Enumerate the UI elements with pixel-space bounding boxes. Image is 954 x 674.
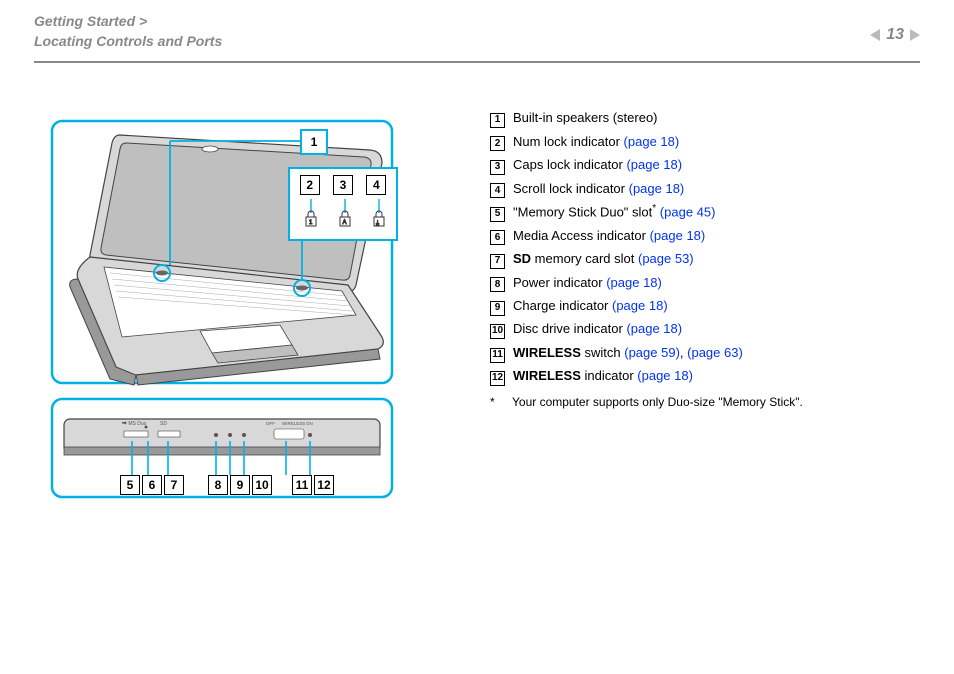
callout-label-9: 9 <box>230 475 250 495</box>
legend-number: 9 <box>490 301 505 316</box>
legend-text: Scroll lock indicator (page 18) <box>513 178 684 199</box>
svg-text:OFF: OFF <box>266 421 275 426</box>
pager: 13 <box>870 26 920 44</box>
svg-text:WIRELESS: WIRELESS <box>282 421 305 426</box>
legend-text: Charge indicator (page 18) <box>513 295 668 316</box>
legend-text: "Memory Stick Duo" slot* (page 45) <box>513 201 715 223</box>
callout-label-1: 1 <box>304 132 324 152</box>
page-link[interactable]: (page 18) <box>629 181 685 196</box>
page-link[interactable]: (page 45) <box>660 204 716 219</box>
legend-text: Built-in speakers (stereo) <box>513 107 658 128</box>
callout-label-7: 7 <box>164 475 184 495</box>
footnote: *Your computer supports only Duo-size "M… <box>490 393 920 413</box>
page-number: 13 <box>886 26 904 44</box>
legend-text: Power indicator (page 18) <box>513 272 662 293</box>
svg-text:A: A <box>343 220 347 226</box>
breadcrumb-line2: Locating Controls and Ports <box>34 32 222 52</box>
callout-indicators: 2 3 4 1 A ⤓ <box>288 167 398 241</box>
prev-page-icon[interactable] <box>870 29 880 41</box>
legend-number: 3 <box>490 160 505 175</box>
legend-number: 1 <box>490 113 505 128</box>
legend-number: 12 <box>490 371 505 386</box>
svg-text:⤓: ⤓ <box>376 220 379 227</box>
legend-text: Disc drive indicator (page 18) <box>513 318 682 339</box>
callout-label-6: 6 <box>142 475 162 495</box>
legend-number: 7 <box>490 254 505 269</box>
legend-number: 2 <box>490 136 505 151</box>
callout-1: 1 <box>300 129 328 155</box>
callout-bottom-row: 5 6 7 8 9 10 11 12 <box>120 475 334 495</box>
breadcrumb: Getting Started > Locating Controls and … <box>34 12 222 51</box>
legend-item: 3 Caps lock indicator (page 18) <box>490 154 920 175</box>
legend-number: 5 <box>490 207 505 222</box>
page-link[interactable]: (page 18) <box>626 157 682 172</box>
legend-item: 8 Power indicator (page 18) <box>490 272 920 293</box>
legend-text: Num lock indicator (page 18) <box>513 131 679 152</box>
svg-text:ON: ON <box>306 421 313 426</box>
legend-text: Media Access indicator (page 18) <box>513 225 705 246</box>
legend-number: 10 <box>490 324 505 339</box>
page-link[interactable]: (page 18) <box>637 368 693 383</box>
page-link[interactable]: (page 63) <box>687 345 743 360</box>
page-link[interactable]: (page 18) <box>612 298 668 313</box>
diagram: ⮕ MS Duo SD OFF WIRELESS ON <box>50 105 460 525</box>
callout-label-3: 3 <box>333 175 353 195</box>
legend-item: 2 Num lock indicator (page 18) <box>490 131 920 152</box>
breadcrumb-line1: Getting Started > <box>34 12 222 32</box>
next-page-icon[interactable] <box>910 29 920 41</box>
legend-item: 10 Disc drive indicator (page 18) <box>490 318 920 339</box>
legend-item: 7 SD memory card slot (page 53) <box>490 248 920 269</box>
callout-label-10: 10 <box>252 475 272 495</box>
callout-label-2: 2 <box>300 175 320 195</box>
legend-text: WIRELESS indicator (page 18) <box>513 365 693 386</box>
legend-number: 8 <box>490 277 505 292</box>
legend-item: 6 Media Access indicator (page 18) <box>490 225 920 246</box>
page-link[interactable]: (page 59) <box>624 345 680 360</box>
svg-text:1: 1 <box>309 220 313 226</box>
legend-number: 4 <box>490 183 505 198</box>
callout-label-8: 8 <box>208 475 228 495</box>
legend-item: 12 WIRELESS indicator (page 18) <box>490 365 920 386</box>
callout-label-12: 12 <box>314 475 334 495</box>
page-link[interactable]: (page 18) <box>650 228 706 243</box>
legend-item: 5 "Memory Stick Duo" slot* (page 45) <box>490 201 920 223</box>
svg-text:SD: SD <box>160 421 167 427</box>
legend-item: 11 WIRELESS switch (page 59), (page 63) <box>490 342 920 363</box>
legend-number: 11 <box>490 348 505 363</box>
legend-item: 1 Built-in speakers (stereo) <box>490 107 920 128</box>
legend: 1 Built-in speakers (stereo) 2 Num lock ind… <box>490 105 920 525</box>
svg-text:⮕ MS Duo: ⮕ MS Duo <box>122 421 147 427</box>
legend-item: 4 Scroll lock indicator (page 18) <box>490 178 920 199</box>
legend-item: 9 Charge indicator (page 18) <box>490 295 920 316</box>
page-link[interactable]: (page 53) <box>638 251 694 266</box>
legend-text: Caps lock indicator (page 18) <box>513 154 682 175</box>
page-link[interactable]: (page 18) <box>626 321 682 336</box>
legend-text: WIRELESS switch (page 59), (page 63) <box>513 342 743 363</box>
legend-number: 6 <box>490 230 505 245</box>
callout-label-4: 4 <box>366 175 386 195</box>
page-link[interactable]: (page 18) <box>606 275 662 290</box>
callout-label-5: 5 <box>120 475 140 495</box>
page-link[interactable]: (page 18) <box>624 134 680 149</box>
legend-text: SD memory card slot (page 53) <box>513 248 694 269</box>
callout-label-11: 11 <box>292 475 312 495</box>
